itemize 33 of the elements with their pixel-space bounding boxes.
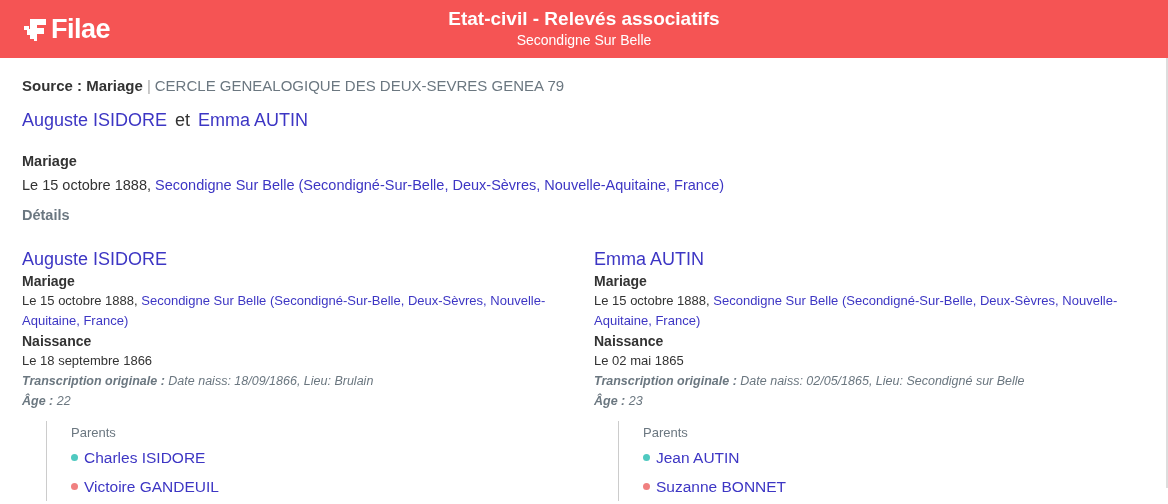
logo-icon bbox=[24, 16, 48, 43]
birth-date: Le 02 mai 1865 bbox=[594, 352, 684, 370]
person-name-link[interactable]: Auguste ISIDORE bbox=[22, 247, 168, 271]
marriage-date-place: Le 15 octobre 1888, Secondigne Sur Belle (Secondigné-Sur-Belle, Deux-Sèvres, Nouvelle-Aquitaine, France) bbox=[22, 292, 547, 330]
event-label: Mariage bbox=[22, 152, 78, 171]
place-link[interactable]: Secondigne Sur Belle (Secondigné-Sur-Belle, Deux-Sèvres, Nouvelle-Aquitaine, France) bbox=[155, 177, 725, 193]
age-note: Âge : 23 bbox=[594, 392, 643, 410]
transcription-note: Transcription originale : Date naiss: 02/05/1865, Lieu: Secondigné sur Belle bbox=[594, 373, 1025, 390]
parent-link[interactable]: Suzanne BONNET bbox=[656, 472, 787, 501]
event-date: Le 15 octobre 1888, bbox=[22, 177, 151, 193]
parents-label: Parents bbox=[71, 424, 117, 442]
page-title: Etat-civil - Relevés associatifs bbox=[448, 8, 720, 30]
source-label: Source : Mariage bbox=[22, 77, 143, 94]
parent-link[interactable]: Charles ISIDORE bbox=[84, 443, 206, 472]
field-label: Naissance bbox=[594, 332, 664, 351]
source-organisation: CERCLE GENEALOGIQUE DES DEUX-SEVRES GENEA 79 bbox=[154, 77, 565, 94]
field-label: Naissance bbox=[22, 332, 92, 351]
parents-label: Parents bbox=[643, 424, 689, 442]
page-subtitle: Secondigne Sur Belle bbox=[515, 31, 653, 50]
transcription-note: Transcription originale : Date naiss: 18/09/1866, Lieu: Brulain bbox=[22, 373, 374, 390]
separator: | bbox=[146, 77, 151, 94]
field-label: Mariage bbox=[594, 272, 647, 291]
marriage-date-place: Le 15 octobre 1888, Secondigne Sur Belle (Secondigné-Sur-Belle, Deux-Sèvres, Nouvelle-Aquitaine, France) bbox=[594, 292, 1119, 330]
conjunction: et bbox=[175, 110, 191, 131]
person-name-link[interactable]: Emma AUTIN bbox=[594, 247, 704, 271]
person-link[interactable]: Auguste ISIDORE bbox=[22, 110, 168, 131]
field-label: Mariage bbox=[22, 272, 75, 291]
parent-link[interactable]: Jean AUTIN bbox=[656, 443, 740, 472]
age-note: Âge : 22 bbox=[22, 392, 71, 410]
parent-link[interactable]: Victoire GANDEUIL bbox=[84, 472, 219, 501]
details-heading: Détails bbox=[22, 206, 71, 225]
person-link[interactable]: Emma AUTIN bbox=[198, 110, 309, 131]
birth-date: Le 18 septembre 1866 bbox=[22, 352, 153, 370]
